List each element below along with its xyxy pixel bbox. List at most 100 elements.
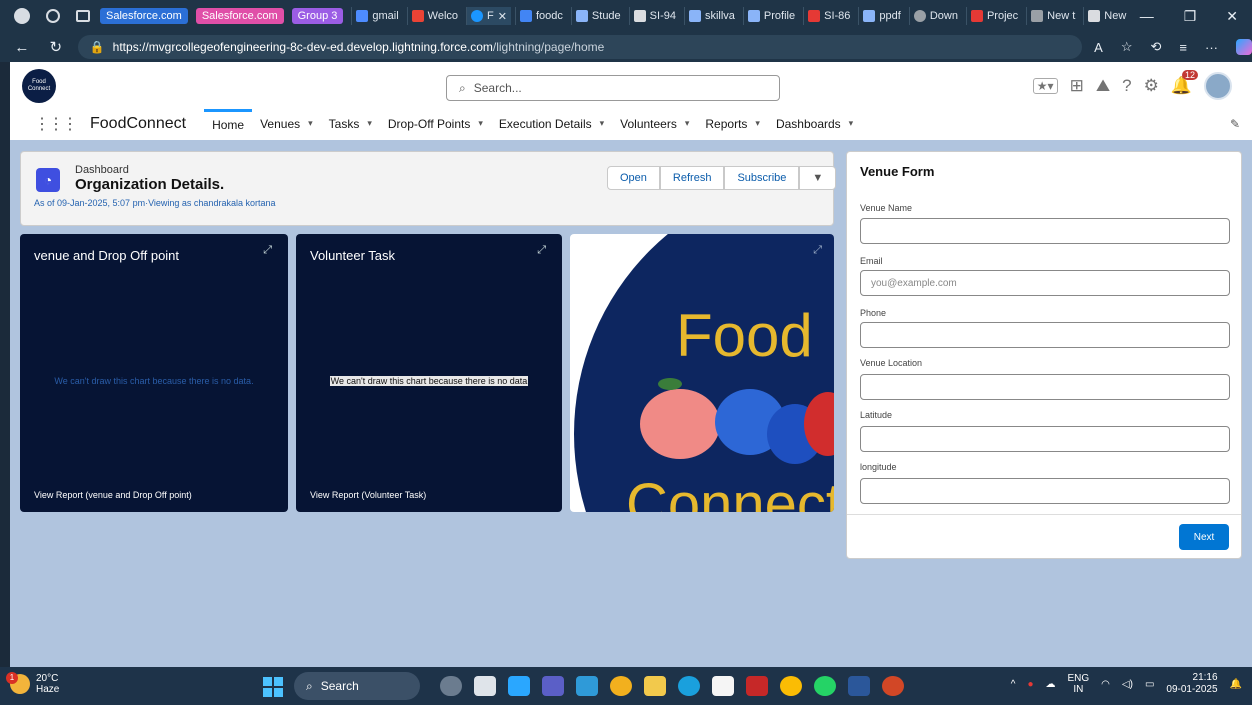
expand-icon[interactable]: ⤢ bbox=[263, 244, 272, 257]
edge-browser-icon[interactable] bbox=[678, 676, 700, 696]
global-search-input[interactable]: ⌕ Search... bbox=[446, 75, 780, 101]
trailhead-icon[interactable]: ⛰ bbox=[1096, 76, 1110, 96]
minimize-icon[interactable]: — bbox=[1140, 8, 1154, 24]
nav-item-venues[interactable]: Venues ▾ bbox=[252, 109, 321, 139]
app-logo[interactable]: Food Connect bbox=[22, 69, 56, 103]
more-icon[interactable]: ··· bbox=[1205, 40, 1218, 55]
volume-icon[interactable]: ◁) bbox=[1122, 679, 1133, 690]
latitude-input[interactable] bbox=[860, 426, 1230, 452]
whatsapp-icon[interactable] bbox=[814, 676, 836, 696]
reload-icon[interactable]: ↻ bbox=[44, 38, 68, 56]
browser-tab[interactable]: Welco bbox=[406, 7, 462, 25]
user-avatar[interactable] bbox=[1204, 72, 1232, 100]
nav-item-home[interactable]: Home bbox=[204, 108, 253, 139]
close-window-icon[interactable]: ✕ bbox=[1226, 8, 1238, 25]
browser-tab[interactable]: SI-86 bbox=[803, 7, 854, 25]
weather-widget[interactable]: 1 20°C Haze bbox=[6, 672, 59, 695]
nav-item-volunteers[interactable]: Volunteers ▾ bbox=[612, 109, 697, 139]
chevron-down-icon[interactable]: ▾ bbox=[367, 118, 372, 129]
url-field[interactable]: 🔒 https://mvgrcollegeofengineering-8c-de… bbox=[77, 35, 1083, 59]
browser-tab[interactable]: gmail bbox=[351, 7, 402, 25]
next-button[interactable]: Next bbox=[1179, 524, 1229, 550]
open-button[interactable]: Open bbox=[607, 166, 660, 190]
wifi-icon[interactable]: ◠ bbox=[1101, 679, 1110, 690]
chevron-down-icon[interactable]: ▾ bbox=[600, 118, 605, 129]
nav-item-execution-details[interactable]: Execution Details ▾ bbox=[491, 109, 612, 139]
browser-tab[interactable]: Stude bbox=[570, 7, 625, 25]
browser-tab[interactable]: Profile bbox=[742, 7, 799, 25]
notification-bell-icon[interactable]: 🔔 bbox=[1230, 679, 1242, 690]
notifications-bell-icon[interactable]: 🔔 12 bbox=[1171, 70, 1198, 96]
view-report-link[interactable]: View Report (venue and Drop Off point) bbox=[34, 490, 192, 500]
taskbar-search[interactable]: ⌕ Search bbox=[294, 672, 420, 700]
chevron-down-icon[interactable]: ▾ bbox=[478, 118, 483, 129]
browser-tab[interactable]: ppdf bbox=[858, 7, 904, 25]
tray-chevron-up-icon[interactable]: ^ bbox=[1011, 679, 1016, 690]
subscribe-button[interactable]: Subscribe bbox=[724, 166, 800, 190]
mvgr-app-icon[interactable] bbox=[576, 676, 598, 696]
favorites-icon[interactable]: ≡ bbox=[1179, 40, 1187, 55]
venue-location-input[interactable] bbox=[860, 374, 1230, 400]
help-app-icon[interactable] bbox=[610, 676, 632, 696]
tab-group-1[interactable]: Salesforce.com bbox=[100, 8, 188, 24]
tab-group-3[interactable]: Group 3 bbox=[291, 8, 344, 24]
copilot-icon[interactable] bbox=[1235, 39, 1252, 55]
close-icon[interactable]: ✕ bbox=[498, 10, 507, 23]
profile-icon[interactable] bbox=[14, 8, 30, 24]
dashboard-menu-chevron-icon[interactable]: ▼ bbox=[799, 166, 837, 190]
workspaces-icon[interactable] bbox=[46, 9, 60, 23]
nav-item-reports[interactable]: Reports ▾ bbox=[697, 109, 768, 139]
expand-icon[interactable]: ⤢ bbox=[813, 244, 822, 257]
browser-tab[interactable]: foodc bbox=[515, 7, 567, 25]
task-view-icon[interactable] bbox=[474, 676, 496, 696]
browser-tab[interactable]: Projec bbox=[965, 7, 1022, 25]
windows-start-icon[interactable] bbox=[263, 677, 283, 697]
chevron-down-icon[interactable]: ▾ bbox=[685, 118, 690, 129]
expand-icon[interactable]: ⤢ bbox=[537, 244, 546, 257]
chevron-down-icon[interactable]: ▾ bbox=[755, 118, 760, 129]
teams-icon[interactable] bbox=[542, 676, 564, 696]
read-aloud-icon[interactable]: A bbox=[1094, 40, 1103, 55]
mcafee-tray-icon[interactable]: ● bbox=[1027, 679, 1033, 690]
clock[interactable]: 21:16 09-01-2025 bbox=[1166, 672, 1217, 696]
browser-tab[interactable]: New t bbox=[1026, 7, 1079, 25]
word-icon[interactable] bbox=[848, 676, 870, 696]
favorite-star-icon[interactable]: ☆ bbox=[1121, 39, 1133, 55]
refresh-button[interactable]: Refresh bbox=[659, 166, 725, 190]
mcafee-icon[interactable] bbox=[746, 676, 768, 696]
setup-gear-icon[interactable]: ⚙ bbox=[1144, 76, 1159, 96]
view-report-link[interactable]: View Report (Volunteer Task) bbox=[310, 490, 426, 500]
edit-nav-pencil-icon[interactable]: ✎ bbox=[1230, 117, 1240, 131]
battery-icon[interactable]: ▭ bbox=[1145, 679, 1154, 690]
chevron-down-icon[interactable]: ▾ bbox=[849, 118, 854, 129]
app-launcher-icon[interactable]: ⋮⋮⋮ bbox=[34, 114, 78, 134]
file-explorer-icon[interactable] bbox=[644, 676, 666, 696]
extensions-icon[interactable]: ⟲ bbox=[1150, 39, 1161, 55]
food-widget-icon[interactable] bbox=[440, 676, 462, 696]
nav-item-drop-off-points[interactable]: Drop-Off Points ▾ bbox=[380, 109, 491, 139]
store-icon[interactable] bbox=[712, 676, 734, 696]
powerpoint-icon[interactable] bbox=[882, 676, 904, 696]
longitude-input[interactable] bbox=[860, 478, 1230, 504]
favorites-star-icon[interactable]: ★▾ bbox=[1032, 78, 1058, 94]
global-actions-icon[interactable]: ⊞ bbox=[1070, 76, 1084, 96]
tab-actions-icon[interactable] bbox=[76, 10, 90, 22]
chevron-down-icon[interactable]: ▾ bbox=[308, 118, 313, 129]
tab-group-2[interactable]: Salesforce.com bbox=[195, 8, 284, 24]
language-indicator[interactable]: ENG IN bbox=[1068, 673, 1090, 695]
browser-tab[interactable]: skillva bbox=[683, 7, 739, 25]
onedrive-icon[interactable]: ☁ bbox=[1046, 679, 1056, 690]
browser-tab[interactable]: New bbox=[1083, 7, 1130, 25]
nav-item-tasks[interactable]: Tasks ▾ bbox=[321, 109, 380, 139]
phone-input[interactable] bbox=[860, 322, 1230, 348]
email-input[interactable]: you@example.com bbox=[860, 270, 1230, 296]
chrome-icon[interactable] bbox=[780, 676, 802, 696]
copilot-icon[interactable] bbox=[508, 676, 530, 696]
back-icon[interactable]: ← bbox=[10, 39, 34, 56]
venue-name-input[interactable] bbox=[860, 218, 1230, 244]
browser-tab[interactable]: Down bbox=[908, 7, 962, 25]
nav-item-dashboards[interactable]: Dashboards ▾ bbox=[768, 109, 861, 139]
browser-tab[interactable]: SI-94 bbox=[628, 7, 680, 25]
browser-tab-active[interactable]: F ✕ bbox=[466, 7, 511, 25]
help-icon[interactable]: ? bbox=[1122, 76, 1131, 96]
